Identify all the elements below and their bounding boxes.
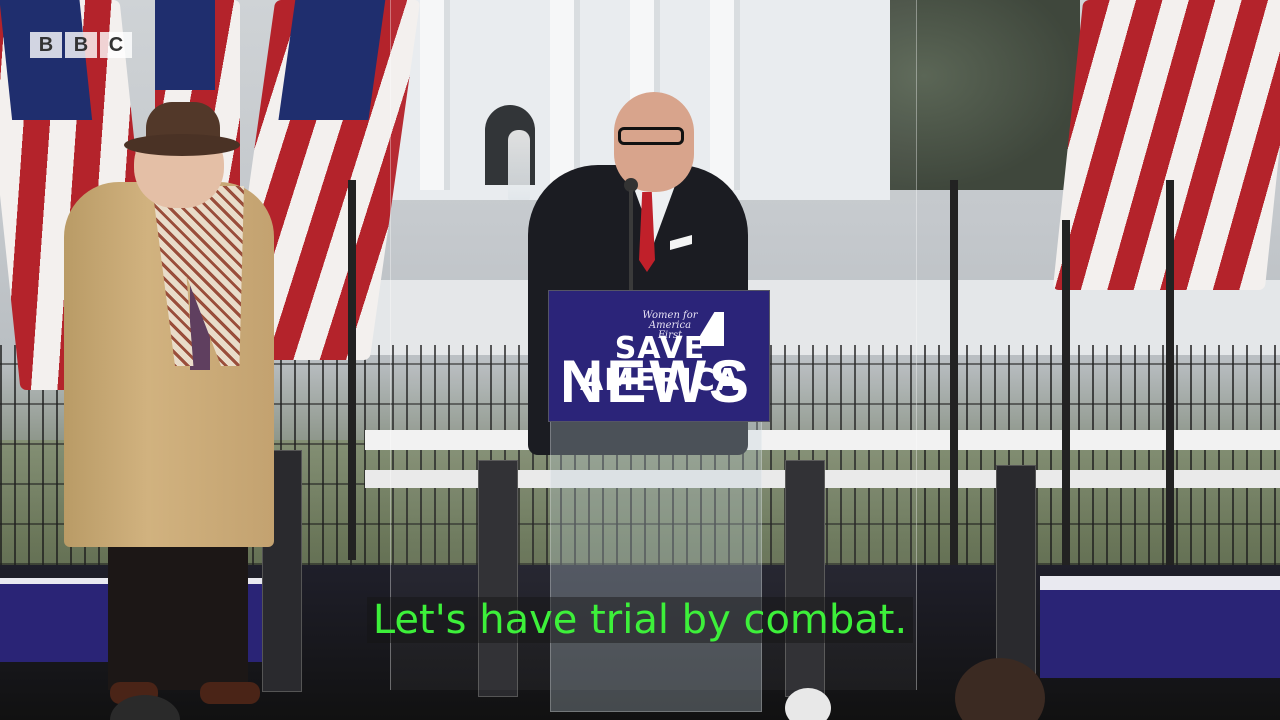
bbc-logo: B B C <box>30 32 132 58</box>
flag-canton <box>278 0 386 120</box>
bbc-logo-letter: B <box>65 32 97 58</box>
video-frame: Women for America First SAVE AMERICA NEW… <box>0 0 1280 720</box>
bbc-logo-letter: C <box>100 32 132 58</box>
flag-pole <box>1166 180 1174 575</box>
glasses <box>618 127 684 145</box>
audience-cap <box>785 688 831 720</box>
fedora-brim <box>124 134 240 156</box>
subtitle-bar: Let's have trial by combat. <box>0 596 1280 644</box>
flag-canton <box>155 0 215 90</box>
news-watermark: NEWS <box>560 348 752 415</box>
flag-canton <box>0 0 93 120</box>
flag-pole <box>348 180 356 560</box>
microphone-stand <box>629 190 633 290</box>
bbc-logo-letter: B <box>30 32 62 58</box>
podium-body <box>550 420 762 712</box>
shoe <box>200 682 260 704</box>
flag-pole <box>950 180 958 570</box>
subtitle-text: Let's have trial by combat. <box>366 597 914 643</box>
flag-pole <box>1062 220 1070 570</box>
